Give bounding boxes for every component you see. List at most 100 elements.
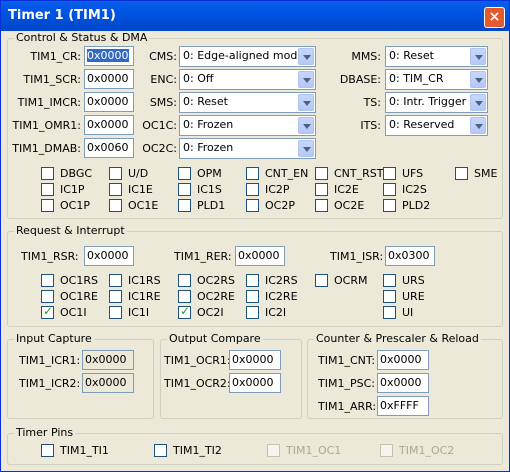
checkbox-label: OC1RS [60,274,98,287]
tim1-rsr-field[interactable]: 0x0000 [84,246,134,266]
checkbox-box[interactable] [178,183,191,196]
chevron-down-icon[interactable] [470,71,486,88]
cms-select[interactable]: 0: Edge-aligned mode [179,46,316,67]
dbase-select[interactable]: 0: TIM_CR [385,69,488,90]
checkbox-label: OC1I [60,306,87,319]
checkbox-label: IC1I [128,306,150,319]
checkbox-box[interactable] [246,183,259,196]
checkbox-box[interactable] [383,274,396,287]
tim1-arr-field[interactable]: 0xFFFF [377,396,429,416]
checkbox-box[interactable] [383,306,396,319]
checkbox-box[interactable] [109,183,122,196]
checkbox-box[interactable] [315,274,328,287]
checkbox-box[interactable] [178,304,191,319]
mms-label: MMS: [351,50,381,63]
group-label: Timer Pins [14,426,76,439]
chevron-down-icon[interactable] [298,48,314,65]
tim1-ocr2-field[interactable]: 0x0000 [229,373,281,393]
checkbox-label: TIM1_TI1 [60,444,109,457]
chevron-down-icon[interactable] [470,94,486,111]
checkbox-box[interactable] [109,306,122,319]
tim1-cnt-field[interactable]: 0x0000 [377,350,429,370]
checkbox-box[interactable] [455,167,468,180]
reg-label: TIM1_OMR1: [12,119,81,132]
tim1-cr-field[interactable]: 0x0000 [84,46,134,66]
checkbox-box[interactable] [178,290,191,303]
checkbox-box[interactable] [246,274,259,287]
checkbox-label: IC1S [197,183,222,196]
checkbox-box[interactable] [383,183,396,196]
checkbox-box[interactable] [178,167,191,180]
ocr2-label: TIM1_OCR2: [164,377,231,390]
isr-label: TIM1_ISR: [330,250,384,263]
checkbox-box [267,444,280,457]
checkbox-label: OC1RE [60,290,98,303]
sms-label: SMS: [149,96,177,109]
tim1-imcr-field[interactable]: 0x0000 [84,92,134,112]
oc1c-select[interactable]: 0: Frozen [179,115,316,136]
chevron-down-icon[interactable] [298,117,314,134]
chevron-down-icon[interactable] [470,48,486,65]
checkbox-box[interactable] [383,199,396,212]
chevron-down-icon[interactable] [298,94,314,111]
select-value: 0: Off [183,72,214,85]
tim1-omr1-field[interactable]: 0x0000 [84,115,134,135]
checkbox-box[interactable] [41,290,54,303]
checkbox-box[interactable] [109,274,122,287]
window-title: Timer 1 (TIM1) [8,8,116,23]
checkbox-box[interactable] [109,199,122,212]
checkbox-box[interactable] [178,199,191,212]
tim1-isr-field[interactable]: 0x0300 [385,246,435,266]
tim1-rer-field[interactable]: 0x0000 [235,246,285,266]
reg-label: TIM1_IMCR: [17,96,81,109]
tim1-icr2-field[interactable]: 0x0000 [82,373,134,393]
checkbox-label: OC1P [60,199,90,212]
checkbox-label: SME [474,167,498,180]
checkbox-box[interactable] [246,199,259,212]
chevron-down-icon[interactable] [298,140,314,157]
sms-select[interactable]: 0: Reset [179,92,316,113]
checkbox-box[interactable] [41,167,54,180]
dbase-label: DBASE: [339,73,381,86]
checkbox-box[interactable] [41,274,54,287]
checkbox-box[interactable] [154,444,167,457]
tim1-ocr1-field[interactable]: 0x0000 [229,350,281,370]
checkbox-box[interactable] [383,290,396,303]
tim1-scr-field[interactable]: 0x0000 [84,69,134,89]
title-bar[interactable]: Timer 1 (TIM1) × [1,1,509,31]
checkbox-box[interactable] [246,167,259,180]
tim1-psc-field[interactable]: 0x0000 [377,373,429,393]
checkbox-box[interactable] [383,167,396,180]
arr-label: TIM1_ARR: [318,400,377,413]
chevron-down-icon[interactable] [470,117,486,134]
enc-label: ENC: [150,73,177,86]
checkbox-box[interactable] [315,183,328,196]
checkbox-label: URE [402,290,425,303]
checkbox-label: DBGC [60,167,93,180]
reg-label: TIM1_CR: [30,50,81,63]
mms-select[interactable]: 0: Reset [385,46,488,67]
tim1-icr1-field[interactable]: 0x0000 [82,350,134,370]
its-select[interactable]: 0: Reserved [385,115,488,136]
checkbox-box[interactable] [41,444,54,457]
checkbox-label: OC2E [334,199,365,212]
tim1-dmab-field[interactable]: 0x0060 [84,138,134,158]
checkbox-box[interactable] [246,306,259,319]
checkbox-box[interactable] [315,199,328,212]
checkbox-label: OC2I [197,306,224,319]
enc-select[interactable]: 0: Off [179,69,316,90]
checkbox-box[interactable] [178,274,191,287]
checkbox-box[interactable] [41,199,54,212]
checkbox-label: IC2P [265,183,290,196]
chevron-down-icon[interactable] [298,71,314,88]
checkbox-box[interactable] [41,183,54,196]
checkbox-box[interactable] [109,290,122,303]
close-button[interactable]: × [484,7,505,28]
checkbox-box[interactable] [315,167,328,180]
checkbox-box[interactable] [109,167,122,180]
checkbox-box[interactable] [246,290,259,303]
ts-select[interactable]: 0: Intr. Trigger [385,92,488,113]
checkbox-label: CNT_RST [334,167,384,180]
oc2c-select[interactable]: 0: Frozen [179,138,316,159]
checkbox-box[interactable] [41,304,54,319]
